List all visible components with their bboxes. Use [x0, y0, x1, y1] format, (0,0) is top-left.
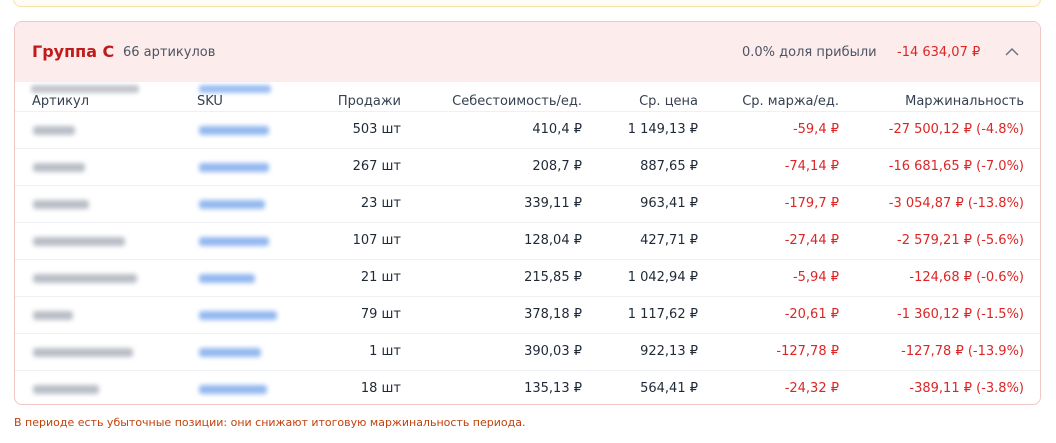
profit-share: 0.0% доля прибыли — [742, 45, 877, 60]
price-cell: 564,41 ₽ — [640, 381, 698, 396]
price-cell: 887,65 ₽ — [640, 159, 698, 174]
cost-cell: 390,03 ₽ — [524, 344, 582, 359]
article-value — [33, 237, 125, 246]
price-cell: 1 042,94 ₽ — [627, 270, 698, 285]
sales-cell: 1 шт — [369, 344, 401, 359]
sales-cell: 23 шт — [360, 196, 401, 211]
cost-cell: 410,4 ₽ — [532, 122, 582, 137]
margin-cell: -124,68 ₽ (-0.6%) — [909, 270, 1024, 285]
cost-cell: 208,7 ₽ — [532, 159, 582, 174]
article-value — [33, 385, 99, 394]
margin-unit-cell: -20,61 ₽ — [784, 307, 839, 322]
table-row[interactable]: 21 шт 215,85 ₽ 1 042,94 ₽ -5,94 ₽ -124,6… — [15, 259, 1040, 297]
sku-link[interactable] — [199, 348, 261, 357]
price-cell: 1 149,13 ₽ — [627, 122, 698, 137]
margin-unit-cell: -59,4 ₽ — [792, 122, 839, 137]
margin-cell: -389,11 ₽ (-3.8%) — [909, 381, 1024, 396]
margin-unit-cell: -74,14 ₽ — [784, 159, 839, 174]
cost-cell: 128,04 ₽ — [524, 233, 582, 248]
col-header-margin[interactable]: Маржинальность — [905, 94, 1024, 109]
sku-link[interactable] — [199, 311, 277, 320]
margin-cell: -127,78 ₽ (-13.9%) — [901, 344, 1024, 359]
sku-link[interactable] — [199, 163, 269, 172]
group-header[interactable]: Группа C 66 артикулов 0.0% доля прибыли … — [15, 22, 1040, 82]
margin-unit-cell: -27,44 ₽ — [784, 233, 839, 248]
margin-unit-cell: -24,32 ₽ — [784, 381, 839, 396]
table-row[interactable]: 267 шт 208,7 ₽ 887,65 ₽ -74,14 ₽ -16 681… — [15, 148, 1040, 186]
article-value — [33, 163, 85, 172]
sku-link[interactable] — [199, 385, 267, 394]
article-value — [33, 311, 73, 320]
cost-cell: 135,13 ₽ — [524, 381, 582, 396]
col-header-sales[interactable]: Продажи — [338, 94, 401, 109]
price-cell: 427,71 ₽ — [640, 233, 698, 248]
cost-cell: 215,85 ₽ — [524, 270, 582, 285]
group-article-count: 66 артикулов — [123, 45, 216, 60]
table-row[interactable]: 503 шт 410,4 ₽ 1 149,13 ₽ -59,4 ₽ -27 50… — [15, 111, 1040, 149]
cost-cell: 339,11 ₽ — [524, 196, 582, 211]
blurred-sku — [199, 85, 271, 93]
group-c-card: Группа C 66 артикулов 0.0% доля прибыли … — [14, 21, 1041, 405]
sku-link[interactable] — [199, 200, 265, 209]
price-cell: 963,41 ₽ — [640, 196, 698, 211]
blurred-article — [31, 85, 139, 93]
margin-cell: -3 054,87 ₽ (-13.8%) — [888, 196, 1024, 211]
sales-cell: 21 шт — [360, 270, 401, 285]
margin-cell: -2 579,21 ₽ (-5.6%) — [897, 233, 1024, 248]
table-row[interactable]: 79 шт 378,18 ₽ 1 117,62 ₽ -20,61 ₽ -1 36… — [15, 296, 1040, 334]
price-cell: 1 117,62 ₽ — [627, 307, 698, 322]
sku-link[interactable] — [199, 126, 269, 135]
table-row[interactable]: 107 шт 128,04 ₽ 427,71 ₽ -27,44 ₽ -2 579… — [15, 222, 1040, 260]
article-value — [33, 200, 89, 209]
margin-cell: -1 360,12 ₽ (-1.5%) — [897, 307, 1024, 322]
article-value — [33, 274, 137, 283]
cost-cell: 378,18 ₽ — [524, 307, 582, 322]
sku-link[interactable] — [199, 237, 269, 246]
table-row[interactable]: 23 шт 339,11 ₽ 963,41 ₽ -179,7 ₽ -3 054,… — [15, 185, 1040, 223]
col-header-price[interactable]: Ср. цена — [639, 94, 698, 109]
col-header-cost[interactable]: Себестоимость/ед. — [452, 94, 582, 109]
sales-cell: 267 шт — [352, 159, 401, 174]
margin-cell: -16 681,65 ₽ (-7.0%) — [888, 159, 1024, 174]
previous-group-card-edge — [13, 0, 1041, 7]
col-header-article[interactable]: Артикул — [32, 94, 89, 109]
sales-cell: 79 шт — [360, 307, 401, 322]
sales-cell: 107 шт — [352, 233, 401, 248]
collapse-button[interactable] — [1001, 42, 1023, 62]
loss-warning-note: В периоде есть убыточные позиции: они сн… — [14, 416, 526, 429]
group-title: Группа C — [32, 42, 115, 61]
group-profit-value: -14 634,07 ₽ — [897, 45, 981, 60]
sku-link[interactable] — [199, 274, 255, 283]
col-header-margin-unit[interactable]: Ср. маржа/ед. — [742, 94, 839, 109]
margin-unit-cell: -5,94 ₽ — [792, 270, 839, 285]
article-value — [33, 126, 75, 135]
sales-cell: 18 шт — [360, 381, 401, 396]
margin-cell: -27 500,12 ₽ (-4.8%) — [888, 122, 1024, 137]
price-cell: 922,13 ₽ — [640, 344, 698, 359]
margin-unit-cell: -127,78 ₽ — [776, 344, 839, 359]
table-row[interactable]: 18 шт 135,13 ₽ 564,41 ₽ -24,32 ₽ -389,11… — [15, 370, 1040, 404]
article-value — [33, 348, 133, 357]
col-header-sku[interactable]: SKU — [197, 94, 223, 109]
sales-cell: 503 шт — [352, 122, 401, 137]
margin-unit-cell: -179,7 ₽ — [784, 196, 839, 211]
table-row[interactable]: 1 шт 390,03 ₽ 922,13 ₽ -127,78 ₽ -127,78… — [15, 333, 1040, 371]
chevron-up-icon — [1005, 47, 1019, 56]
